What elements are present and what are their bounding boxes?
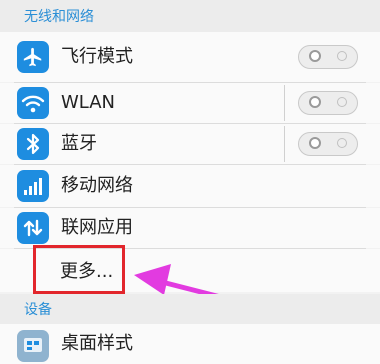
section-header-device: 设备 xyxy=(0,294,380,324)
settings-item-desktop-style[interactable]: 桌面样式 xyxy=(0,324,380,364)
desktop-style-icon xyxy=(17,330,49,362)
settings-item-label: 桌面样式 xyxy=(61,333,133,354)
section-title-device: 设备 xyxy=(24,302,52,318)
